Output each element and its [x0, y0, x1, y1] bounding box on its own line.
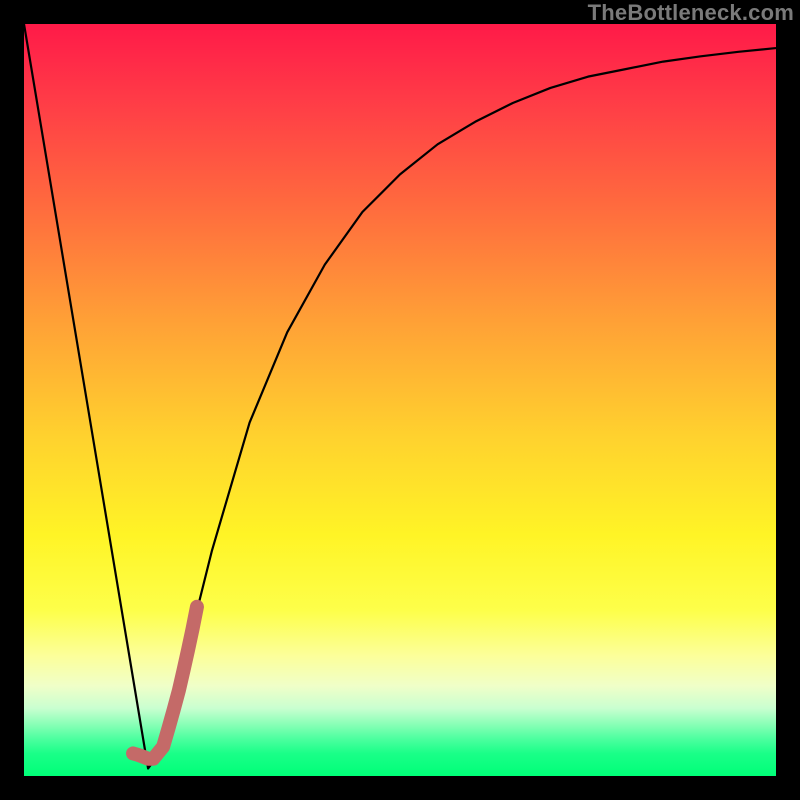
plot-area — [24, 24, 776, 776]
bottleneck-curve — [24, 24, 776, 768]
watermark-text: TheBottleneck.com — [588, 0, 794, 26]
chart-frame: TheBottleneck.com — [0, 0, 800, 800]
chart-svg — [24, 24, 776, 776]
